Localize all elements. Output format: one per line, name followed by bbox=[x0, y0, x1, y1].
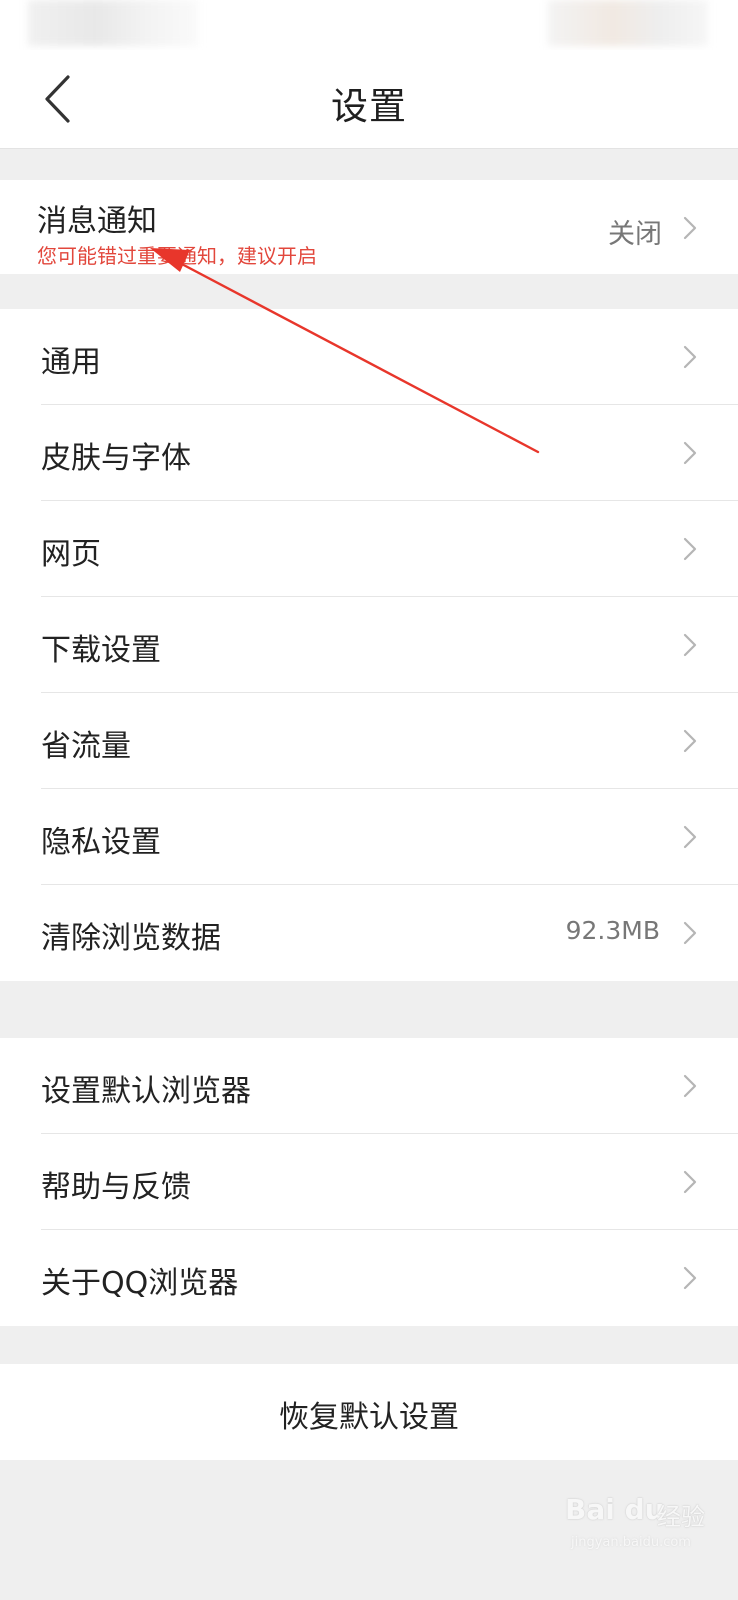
watermark-cn-text: 经验 bbox=[657, 1503, 705, 1531]
chevron-right-icon bbox=[683, 216, 697, 240]
notification-section: 消息通知 您可能错过重要通知，建议开启 关闭 bbox=[0, 180, 738, 274]
notification-hint: 您可能错过重要通知，建议开启 bbox=[37, 244, 317, 268]
settings-item-general[interactable]: 通用 bbox=[0, 309, 738, 405]
chevron-right-icon bbox=[683, 921, 697, 945]
settings-item-skin-font[interactable]: 皮肤与字体 bbox=[0, 405, 738, 501]
chevron-right-icon bbox=[683, 345, 697, 369]
settings-group-main: 通用 皮肤与字体 网页 下载设置 省流量 隐私设置 清除浏览数据 92.3MB bbox=[0, 309, 738, 981]
settings-item-help-feedback[interactable]: 帮助与反馈 bbox=[0, 1134, 738, 1230]
settings-item-label: 隐私设置 bbox=[41, 825, 161, 860]
settings-item-about-qq-browser[interactable]: 关于QQ浏览器 bbox=[0, 1230, 738, 1326]
settings-group-about: 设置默认浏览器 帮助与反馈 关于QQ浏览器 bbox=[0, 1038, 738, 1326]
notification-status-value: 关闭 bbox=[608, 219, 662, 250]
watermark-logo-text: Bai du bbox=[565, 1493, 665, 1526]
status-bar-left-blurred bbox=[28, 0, 198, 46]
reset-defaults-label: 恢复默认设置 bbox=[279, 1400, 459, 1435]
settings-item-label: 网页 bbox=[41, 537, 101, 572]
settings-item-label: 关于QQ浏览器 bbox=[41, 1266, 239, 1301]
settings-item-clear-browsing-data[interactable]: 清除浏览数据 92.3MB bbox=[0, 885, 738, 981]
reset-defaults-button[interactable]: 恢复默认设置 bbox=[0, 1364, 738, 1460]
status-bar-right-blurred bbox=[548, 0, 708, 46]
settings-item-label: 清除浏览数据 bbox=[41, 921, 221, 956]
chevron-right-icon bbox=[683, 537, 697, 561]
settings-item-webpage[interactable]: 网页 bbox=[0, 501, 738, 597]
settings-item-default-browser[interactable]: 设置默认浏览器 bbox=[0, 1038, 738, 1134]
baidu-jingyan-watermark: Bai du 经验 jingyan.baidu.com bbox=[565, 1487, 715, 1557]
chevron-right-icon bbox=[683, 441, 697, 465]
page-title: 设置 bbox=[331, 85, 407, 128]
chevron-right-icon bbox=[683, 825, 697, 849]
settings-item-data-saver[interactable]: 省流量 bbox=[0, 693, 738, 789]
settings-item-label: 省流量 bbox=[41, 729, 131, 764]
settings-item-label: 皮肤与字体 bbox=[41, 441, 191, 476]
cache-size-value: 92.3MB bbox=[565, 916, 660, 945]
chevron-right-icon bbox=[683, 1266, 697, 1290]
header-bar: 设置 bbox=[0, 50, 738, 149]
settings-item-label: 设置默认浏览器 bbox=[41, 1074, 251, 1109]
settings-item-label: 通用 bbox=[41, 345, 101, 380]
settings-item-label: 帮助与反馈 bbox=[41, 1170, 191, 1205]
chevron-right-icon bbox=[683, 1170, 697, 1194]
settings-item-label: 下载设置 bbox=[41, 633, 161, 668]
chevron-right-icon bbox=[683, 1074, 697, 1098]
settings-item-privacy[interactable]: 隐私设置 bbox=[0, 789, 738, 885]
status-bar bbox=[0, 0, 738, 50]
settings-item-notification[interactable]: 消息通知 您可能错过重要通知，建议开启 关闭 bbox=[0, 180, 738, 274]
notification-label: 消息通知 bbox=[37, 204, 157, 239]
chevron-right-icon bbox=[683, 633, 697, 657]
chevron-right-icon bbox=[683, 729, 697, 753]
watermark-url: jingyan.baidu.com bbox=[571, 1535, 691, 1550]
settings-item-download[interactable]: 下载设置 bbox=[0, 597, 738, 693]
